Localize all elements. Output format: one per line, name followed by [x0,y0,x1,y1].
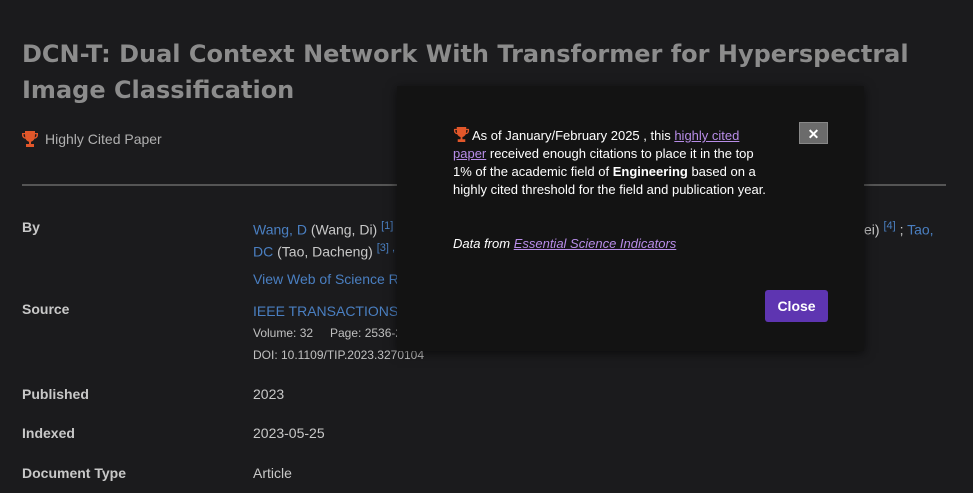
author-link-tao-dc[interactable]: DC [253,244,273,260]
modal-message: As of January/February 2025 , this highl… [453,126,775,199]
by-label: By [22,219,40,235]
author-fullname-tao: (Tao, Dacheng) [273,243,377,260]
author-fullname-end: ei) [864,221,884,238]
volume: Volume: 32 [253,326,314,340]
indexed-value: 2023-05-25 [253,425,325,441]
author-fullname: (Wang, Di) [306,221,382,238]
page-range: Page: 2536-2 [330,326,403,340]
view-researcher-profiles-link[interactable]: View Web of Science Res [253,271,414,287]
highly-cited-badge: Highly Cited Paper [22,130,162,148]
modal-source-prefix: Data from [453,236,514,251]
indexed-label: Indexed [22,425,75,441]
modal-field: Engineering [612,164,688,179]
authors-right: ei) [4] ; Tao, [864,215,934,241]
authors-line2: DC (Tao, Dacheng) [3] , [5 [253,237,407,263]
author-link-wang[interactable]: Wang, D [253,222,307,238]
published-value: 2023 [253,386,285,402]
highly-cited-label: Highly Cited Paper [45,131,162,147]
close-button[interactable]: Close [765,290,828,322]
highly-cited-modal: As of January/February 2025 , this highl… [397,86,864,351]
published-label: Published [22,386,89,402]
author-link-tao[interactable]: Tao, [907,222,933,238]
essential-science-indicators-link[interactable]: Essential Science Indicators [514,236,677,251]
trophy-icon [453,126,470,143]
modal-source: Data from Essential Science Indicators [453,236,676,251]
document-type-label: Document Type [22,465,126,481]
author-ref-4[interactable]: [4] [883,220,895,232]
modal-text-a: As of January/February 2025 , this [472,128,675,143]
source-label: Source [22,301,70,317]
trophy-icon [22,131,38,147]
document-type-value: Article [253,465,292,481]
separator: ; [895,221,908,238]
close-icon[interactable]: ✕ [799,122,828,144]
